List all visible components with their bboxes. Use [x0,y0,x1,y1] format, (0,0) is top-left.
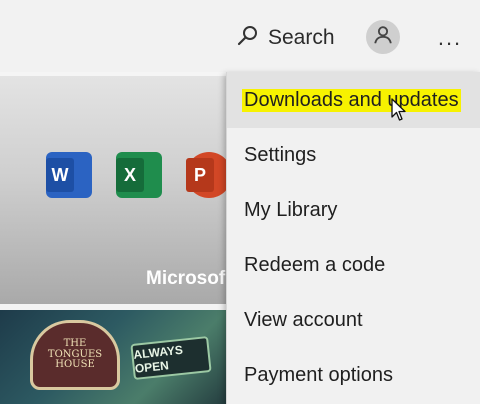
menu-item-label: Settings [244,144,317,166]
excel-icon: X [116,152,162,198]
more-options-menu: Downloads and updates Settings My Librar… [226,72,480,404]
top-bar: Search ... [0,0,480,72]
menu-item-downloads-and-updates[interactable]: Downloads and updates [227,72,480,128]
menu-item-view-account[interactable]: View account [227,293,480,348]
hero-title: Microsof [146,268,226,289]
game-logo: THE TONGUES HOUSE [30,320,120,390]
microsoft-store-window: Search ... W X P Microsof THE TONGUES HO… [0,0,480,404]
menu-item-label: View account [244,309,363,331]
game-badge-text: THE TONGUES HOUSE [47,338,103,371]
game-sign: ALWAYS OPEN [130,336,212,380]
search-button[interactable]: Search [236,22,335,54]
word-icon: W [46,152,92,198]
menu-item-payment-options[interactable]: Payment options [227,348,480,403]
menu-item-label: My Library [244,199,338,221]
menu-item-settings[interactable]: Settings [227,128,480,183]
account-avatar-button[interactable] [366,20,400,54]
menu-item-label: Downloads and updates [242,88,461,112]
menu-item-redeem-a-code[interactable]: Redeem a code [227,238,480,293]
menu-item-label: Redeem a code [244,254,386,276]
office-app-icons: W X P [46,152,230,198]
search-label: Search [268,26,335,49]
search-icon [236,24,260,53]
mouse-pointer-icon [391,98,406,121]
hero-banner-microsoft-365[interactable]: W X P Microsof [0,72,230,304]
divider [0,72,230,76]
more-options-button[interactable]: ... [430,25,470,50]
powerpoint-icon: P [186,152,230,198]
featured-game-card[interactable]: THE TONGUES HOUSE ALWAYS OPEN [0,310,230,404]
person-icon [372,24,394,51]
menu-item-label: Payment options [244,364,393,386]
menu-item-my-library[interactable]: My Library [227,183,480,238]
